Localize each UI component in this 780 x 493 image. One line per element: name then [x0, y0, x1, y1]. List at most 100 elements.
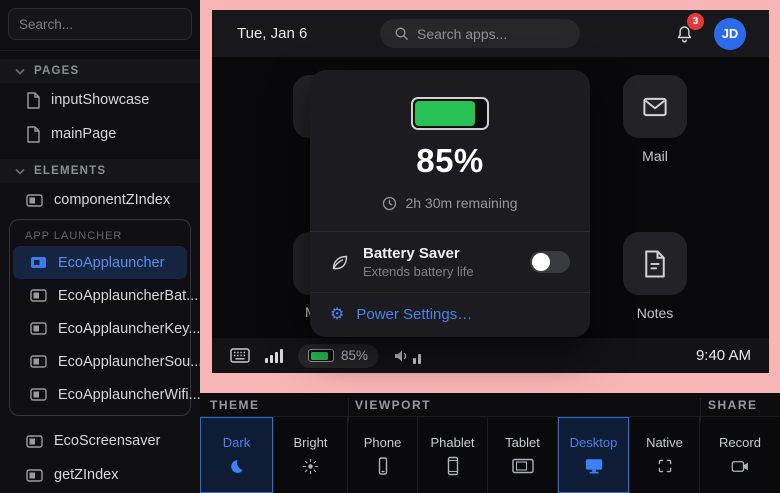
theme-header: THEME — [210, 398, 260, 412]
battery-fill — [415, 101, 475, 126]
viewport-tablet-button[interactable]: Tablet — [488, 417, 558, 493]
notification-badge: 3 — [687, 13, 704, 30]
sidebar-item-label: mainPage — [51, 126, 116, 142]
tablet-icon — [512, 457, 534, 475]
sidebar-search-input[interactable] — [19, 17, 181, 32]
app-search-input[interactable] — [417, 26, 566, 42]
component-icon — [26, 435, 43, 448]
component-icon — [30, 322, 47, 335]
sidebar-item-mainpage[interactable]: mainPage — [0, 117, 200, 151]
sidebar-search[interactable] — [8, 8, 192, 40]
toolbar-button-label: Tablet — [505, 435, 540, 450]
toggle-knob — [532, 253, 550, 271]
power-settings-link[interactable]: ⚙ Power Settings… — [310, 293, 590, 337]
sidebar-item-ecoapplauncherbat[interactable]: EcoApplauncherBat... — [13, 279, 187, 312]
app-label-mail: Mail — [623, 148, 687, 164]
component-icon — [30, 256, 47, 269]
date-label: Tue, Jan 6 — [237, 25, 307, 42]
phablet-icon — [443, 457, 463, 475]
app-launcher-group: APP LAUNCHER EcoApplauncher EcoApplaunch… — [9, 219, 191, 416]
sidebar-item-label: EcoApplauncherWifi... — [58, 387, 201, 403]
mail-icon — [640, 92, 670, 122]
battery-saver-row: Battery Saver Extends battery life — [310, 232, 590, 292]
divider — [0, 50, 200, 51]
battery-icon — [308, 349, 334, 362]
sidebar-item-ecoscreensaver[interactable]: EcoScreensaver — [0, 424, 200, 458]
toolbar-headers: THEME VIEWPORT SHARE — [200, 393, 780, 417]
sidebar-item-ecoapplauncherkey[interactable]: EcoApplauncherKey... — [13, 312, 187, 345]
viewport-header: VIEWPORT — [355, 398, 431, 412]
file-icon — [26, 92, 40, 109]
phone-icon — [373, 457, 393, 475]
fullscreen-brackets-icon — [657, 457, 673, 475]
launcher-topbar: Tue, Jan 6 3 JD — [212, 10, 769, 57]
section-label: PAGES — [34, 65, 79, 77]
battery-tray-indicator[interactable]: 85% — [298, 344, 378, 368]
sidebar-item-label: EcoApplauncherBat... — [58, 288, 198, 304]
component-icon — [30, 289, 47, 302]
share-header: SHARE — [708, 398, 758, 412]
app-tile-mail[interactable] — [623, 75, 687, 138]
divider — [348, 398, 349, 422]
viewport-desktop-button[interactable]: Desktop — [558, 417, 630, 493]
avatar[interactable]: JD — [714, 18, 746, 50]
notifications-button[interactable]: 3 — [674, 23, 695, 45]
sun-icon — [302, 457, 319, 475]
app-tile-notes[interactable] — [623, 232, 687, 295]
app-search[interactable] — [380, 19, 580, 48]
app-label-notes: Notes — [623, 305, 687, 321]
sidebar-item-ecoapplauncherwifi[interactable]: EcoApplauncherWifi... — [13, 378, 187, 411]
viewport-phone-button[interactable]: Phone — [348, 417, 418, 493]
theme-bright-button[interactable]: Bright — [274, 417, 348, 493]
share-record-button[interactable]: Record — [700, 417, 780, 493]
sidebar-item-getzindex[interactable]: getZIndex — [0, 458, 200, 492]
chevron-down-icon — [15, 168, 25, 175]
sidebar-item-label: EcoScreensaver — [54, 433, 160, 449]
battery-percent: 85% — [330, 142, 570, 180]
desktop-icon — [584, 457, 604, 475]
section-header-elements[interactable]: ELEMENTS — [0, 159, 200, 183]
keyboard-icon[interactable] — [230, 348, 250, 363]
sidebar-item-label: inputShowcase — [51, 92, 149, 108]
battery-remaining: 2h 30m remaining — [405, 195, 517, 211]
preview-frame: Tue, Jan 6 3 JD M — [200, 0, 780, 393]
preview-toolbar: THEME VIEWPORT SHARE Dark Bright Phone P… — [200, 393, 780, 493]
component-icon — [26, 469, 43, 482]
component-sidebar: PAGES inputShowcase mainPage ELEMENTS co… — [0, 0, 200, 493]
sidebar-item-label: componentZIndex — [54, 192, 170, 208]
gear-icon: ⚙ — [330, 307, 344, 323]
theme-dark-button[interactable]: Dark — [200, 417, 274, 493]
clock-icon — [382, 196, 397, 211]
group-label: APP LAUNCHER — [13, 226, 187, 246]
app-launcher-preview: Tue, Jan 6 3 JD M — [212, 10, 769, 373]
launcher-statusbar: 85% 9:40 AM — [212, 338, 769, 373]
clock-time: 9:40 AM — [696, 347, 751, 364]
search-icon — [394, 26, 409, 41]
battery-popover: 85% 2h 30m remaining Battery Saver — [310, 70, 590, 337]
toolbar-button-label: Dark — [223, 435, 250, 450]
component-icon — [26, 194, 43, 207]
viewport-native-button[interactable]: Native — [630, 417, 700, 493]
network-signal-icon[interactable] — [265, 349, 283, 363]
file-icon — [26, 126, 40, 143]
sidebar-item-ecoapplaunchersou[interactable]: EcoApplauncherSou... — [13, 345, 187, 378]
toolbar-button-label: Bright — [294, 435, 328, 450]
power-settings-label: Power Settings… — [356, 306, 472, 323]
sidebar-item-label: EcoApplauncher — [58, 255, 164, 271]
notes-icon — [641, 249, 669, 279]
sidebar-item-componentzindex[interactable]: componentZIndex — [0, 183, 200, 217]
sidebar-item-ecoapplauncher[interactable]: EcoApplauncher — [13, 246, 187, 279]
battery-saver-toggle[interactable] — [530, 251, 570, 273]
toolbar-button-label: Native — [646, 435, 683, 450]
component-icon — [30, 355, 47, 368]
toolbar-button-label: Phablet — [430, 435, 474, 450]
sidebar-item-inputshowcase[interactable]: inputShowcase — [0, 83, 200, 117]
section-label: ELEMENTS — [34, 165, 106, 177]
sidebar-item-label: EcoApplauncherKey... — [58, 321, 200, 337]
video-camera-icon — [731, 457, 750, 475]
component-icon — [30, 388, 47, 401]
section-header-pages[interactable]: PAGES — [0, 59, 200, 83]
volume-icon[interactable] — [393, 348, 421, 364]
battery-icon — [411, 97, 489, 130]
viewport-phablet-button[interactable]: Phablet — [418, 417, 488, 493]
